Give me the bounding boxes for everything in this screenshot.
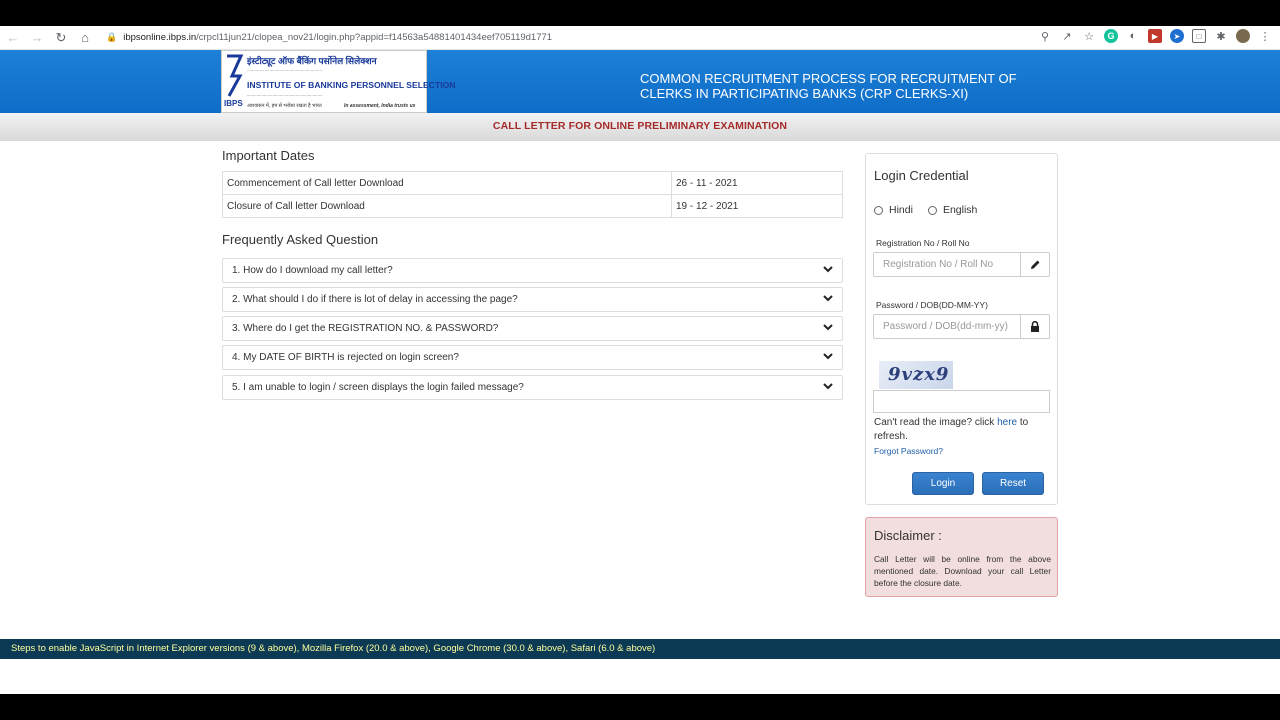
registration-field: [873, 252, 1050, 277]
browser-toolbar: ← → ↻ ⌂ 🔒 ibpsonline.ibps.in/crpcl11jun2…: [0, 26, 1280, 50]
grammarly-icon[interactable]: G: [1104, 29, 1118, 43]
puzzle-icon[interactable]: ✱: [1214, 29, 1228, 43]
ibps-emblem-icon: [227, 54, 244, 97]
back-icon[interactable]: ←: [2, 27, 24, 49]
chevron-down-icon: [823, 383, 833, 390]
captcha-input[interactable]: [873, 390, 1050, 413]
date-label: Commencement of Call letter Download: [222, 171, 672, 195]
table-row: Closure of Call letter Download 19 - 12 …: [222, 194, 843, 218]
bookmark-star-icon[interactable]: ☆: [1082, 29, 1096, 43]
date-value: 26 - 11 - 2021: [671, 171, 843, 195]
logo-hindi-name: इंस्टीट्यूट ऑफ बैंकिंग पर्सोनेल सिलेक्शन: [247, 56, 377, 66]
important-dates-table: Commencement of Call letter Download 26 …: [222, 171, 843, 218]
chevron-down-icon: [823, 353, 833, 360]
captcha-refresh-hint: Can't read the image? click here to refr…: [874, 416, 1054, 444]
captcha-hint-prefix: Can't read the image? click: [874, 417, 998, 428]
login-button[interactable]: Login: [912, 472, 974, 495]
faq-item[interactable]: 1. How do I download my call letter?: [222, 258, 843, 283]
reload-icon[interactable]: ↻: [50, 27, 72, 49]
radio-hindi[interactable]: [874, 205, 883, 215]
registration-label: Registration No / Roll No: [876, 238, 970, 248]
page-title-line2: CLERKS IN PARTICIPATING BANKS (CRP CLERK…: [640, 86, 969, 101]
faq-item[interactable]: 2. What should I do if there is lot of d…: [222, 287, 843, 312]
faq-item[interactable]: 5. I am unable to login / screen display…: [222, 375, 843, 400]
ibps-logo: IBPS इंस्टीट्यूट ऑफ बैंकिंग पर्सोनेल सिल…: [221, 50, 456, 113]
date-label: Closure of Call letter Download: [222, 194, 672, 218]
footer-javascript-note: Steps to enable JavaScript in Internet E…: [11, 643, 656, 654]
forward-icon[interactable]: →: [26, 27, 48, 49]
page: IBPS इंस्टीट्यूट ऑफ बैंकिंग पर्सोनेल सिल…: [0, 50, 1280, 694]
reset-button[interactable]: Reset: [982, 472, 1044, 495]
extension-icons: ⚲ ↗ ☆ G ◐ ▶ ➤ □ ✱ ⋮: [1038, 29, 1272, 43]
url-host: ibpsonline.ibps.in: [123, 32, 197, 43]
faq-question: 1. How do I download my call letter?: [232, 265, 393, 276]
menu-dots-icon[interactable]: ⋮: [1258, 29, 1272, 43]
page-title-line1: COMMON RECRUITMENT PROCESS FOR RECRUITME…: [640, 71, 1017, 86]
pencil-icon: [1020, 253, 1049, 276]
logo-ibps-text: IBPS: [224, 99, 243, 108]
subheader-title: CALL LETTER FOR ONLINE PRELIMINARY EXAMI…: [492, 120, 788, 132]
important-dates-title: Important Dates: [222, 148, 315, 163]
extension-gauge-icon[interactable]: ◐: [1126, 29, 1140, 43]
chevron-down-icon: [823, 295, 833, 302]
table-row: Commencement of Call letter Download 26 …: [222, 171, 843, 195]
registration-input[interactable]: [874, 253, 1022, 276]
avatar[interactable]: [1236, 29, 1250, 43]
login-panel: Login Credential Hindi English Registrat…: [865, 153, 1058, 505]
radio-hindi-label[interactable]: Hindi: [889, 204, 913, 216]
login-title: Login Credential: [874, 168, 969, 183]
faq-question: 2. What should I do if there is lot of d…: [232, 294, 518, 305]
radio-english[interactable]: [927, 205, 937, 215]
logo-motto-hindi: आश्वासन में, हम से भरोसा रखता है भारत: [247, 103, 322, 109]
footer-bar: Steps to enable JavaScript in Internet E…: [0, 639, 1280, 659]
faq-question: 4. My DATE OF BIRTH is rejected on login…: [232, 352, 459, 363]
url-path: /crpcl11jun21/clopea_nov21/login.php?app…: [196, 32, 553, 43]
home-icon[interactable]: ⌂: [74, 27, 96, 49]
logo-english-name: INSTITUTE OF BANKING PERSONNEL SELECTION: [247, 80, 456, 90]
subheader: CALL LETTER FOR ONLINE PRELIMINARY EXAMI…: [0, 113, 1280, 141]
share-icon[interactable]: ↗: [1060, 29, 1074, 43]
language-selector: Hindi English: [874, 204, 977, 216]
captcha-refresh-link[interactable]: here: [997, 417, 1017, 428]
zoom-icon[interactable]: ⚲: [1038, 29, 1052, 43]
address-bar[interactable]: 🔒 ibpsonline.ibps.in/crpcl11jun21/clopea…: [106, 32, 552, 43]
password-field: [873, 314, 1050, 339]
extension-box-icon[interactable]: □: [1192, 29, 1206, 43]
logo-motto-english: In assessment, India trusts us: [344, 103, 416, 109]
radio-english-label[interactable]: English: [943, 204, 977, 216]
password-input[interactable]: [874, 315, 1022, 338]
lock-icon: [1020, 315, 1049, 338]
disclaimer-text: Call Letter will be online from the abov…: [874, 554, 1051, 588]
screen: ← → ↻ ⌂ 🔒 ibpsonline.ibps.in/crpcl11jun2…: [0, 0, 1280, 720]
chevron-down-icon: [823, 266, 833, 273]
disclaimer-title: Disclaimer :: [874, 528, 942, 543]
faq-title: Frequently Asked Question: [222, 232, 379, 247]
lock-icon: 🔒: [106, 32, 118, 42]
captcha-text: 9vzx9: [888, 364, 950, 385]
extension-blue-icon[interactable]: ➤: [1170, 29, 1184, 43]
disclaimer-panel: Disclaimer : Call Letter will be online …: [865, 517, 1058, 597]
faq-question: 5. I am unable to login / screen display…: [232, 382, 524, 393]
faq-item[interactable]: 3. Where do I get the REGISTRATION NO. &…: [222, 316, 843, 341]
logo-english-subtext: ........................................…: [247, 92, 323, 97]
extension-red-icon[interactable]: ▶: [1148, 29, 1162, 43]
forgot-password-link[interactable]: Forgot Password?: [874, 446, 943, 456]
faq-question: 3. Where do I get the REGISTRATION NO. &…: [232, 323, 499, 334]
page-title: COMMON RECRUITMENT PROCESS FOR RECRUITME…: [640, 71, 1040, 101]
logo-hindi-subtext: ........................................…: [247, 67, 323, 72]
chevron-down-icon: [823, 324, 833, 331]
faq-item[interactable]: 4. My DATE OF BIRTH is rejected on login…: [222, 345, 843, 370]
password-label: Password / DOB(DD-MM-YY): [876, 300, 988, 310]
captcha-image: 9vzx9: [879, 361, 953, 389]
date-value: 19 - 12 - 2021: [671, 194, 843, 218]
